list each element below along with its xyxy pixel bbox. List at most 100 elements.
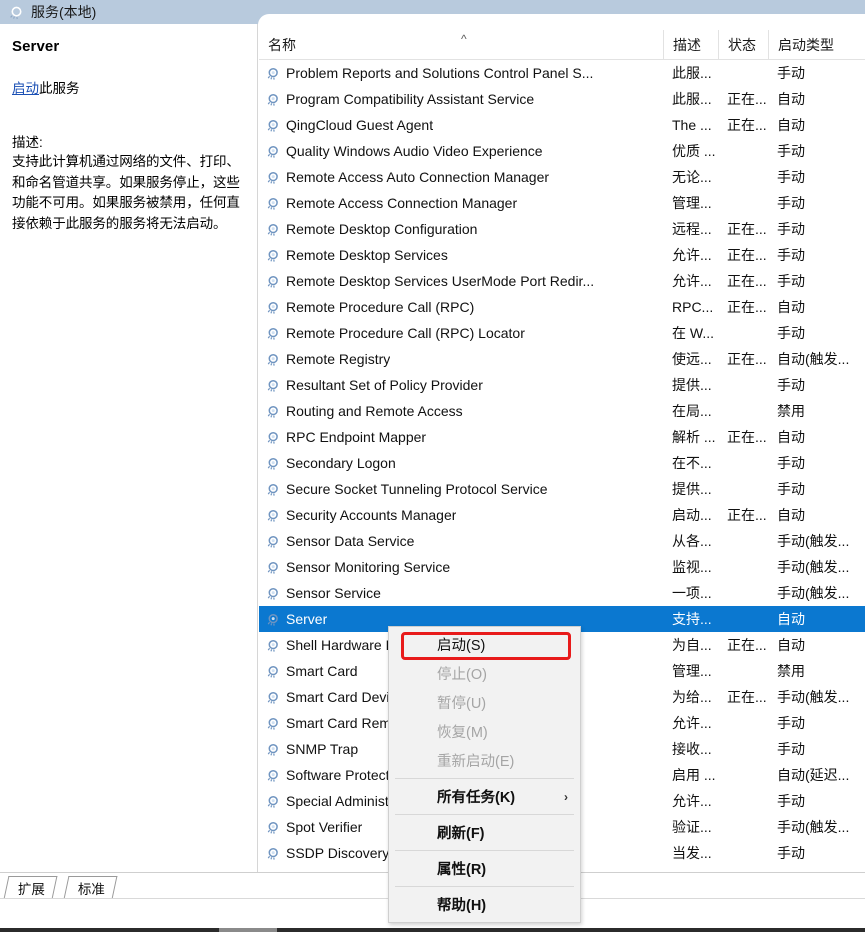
service-startup-type-cell: 手动 xyxy=(777,247,805,263)
table-row[interactable]: Sensor Monitoring Service 监视... 手动(触发... xyxy=(259,554,865,580)
menu-item-label: 所有任务(K) xyxy=(437,790,516,806)
service-status-cell xyxy=(718,606,768,632)
table-row[interactable]: Remote Desktop Services 允许... 正在... 手动 xyxy=(259,242,865,268)
service-name-label: SNMP Trap xyxy=(286,741,359,757)
console-header-title: 服务(本地) xyxy=(31,4,97,20)
service-description-cell: 远程... xyxy=(672,221,712,237)
service-name-cell: Program Compatibility Assistant Service xyxy=(259,86,663,112)
service-name-label: Security Accounts Manager xyxy=(286,507,457,523)
service-description-cell: 允许... xyxy=(672,247,712,263)
service-name-label: Sensor Monitoring Service xyxy=(286,559,451,575)
table-row[interactable]: Remote Procedure Call (RPC) Locator 在 W..… xyxy=(259,320,865,346)
service-startup-type-cell: 手动 xyxy=(777,793,805,809)
menu-item-label: 属性(R) xyxy=(437,862,487,878)
service-context-menu[interactable]: 启动(S) 停止(O) 暂停(U) 恢复(M) 重新启动(E) 所有任务(K) › 刷新(F)… xyxy=(388,626,581,923)
menu-item[interactable]: 属性(R) xyxy=(389,854,580,883)
menu-item[interactable]: 刷新(F) xyxy=(389,818,580,847)
taskbar-edge-segment xyxy=(219,928,277,932)
service-startup-type-cell: 自动 xyxy=(777,299,805,315)
table-row[interactable]: Program Compatibility Assistant Service 此… xyxy=(259,86,865,112)
table-row[interactable]: Secondary Logon 在不... 手动 xyxy=(259,450,865,476)
service-name-cell: Routing and Remote Access xyxy=(259,398,663,424)
table-row[interactable]: Sensor Data Service 从各... 手动(触发... xyxy=(259,528,865,554)
service-gear-icon xyxy=(266,638,281,653)
service-status-cell: 正在... xyxy=(727,299,767,315)
table-row[interactable]: QingCloud Guest Agent The ... 正在... 自动 xyxy=(259,112,865,138)
service-gear-icon xyxy=(266,742,281,757)
service-gear-icon xyxy=(266,560,281,575)
service-startup-type-cell: 自动 xyxy=(777,429,805,445)
table-row[interactable]: Remote Access Auto Connection Manager 无论.… xyxy=(259,164,865,190)
service-description-cell: 允许... xyxy=(672,793,712,809)
service-startup-type-cell: 手动 xyxy=(777,481,805,497)
service-description-cell: 此服... xyxy=(672,65,712,81)
service-status-cell xyxy=(718,450,768,476)
tab-standard-label: 标准 xyxy=(77,882,105,897)
menu-item[interactable]: 所有任务(K) › xyxy=(389,782,580,811)
start-service-link[interactable]: 启动 xyxy=(12,81,39,96)
start-service-suffix: 此服务 xyxy=(39,81,80,96)
service-description-cell: 从各... xyxy=(672,533,712,549)
table-row[interactable]: Remote Procedure Call (RPC) RPC... 正在... 自动 xyxy=(259,294,865,320)
menu-item[interactable]: 帮助(H) xyxy=(389,890,580,919)
service-status-cell xyxy=(718,528,768,554)
service-status-cell xyxy=(718,710,768,736)
service-status-cell: 正在... xyxy=(727,689,767,705)
service-description-cell: 在 W... xyxy=(672,325,714,341)
service-startup-type-cell: 手动 xyxy=(777,455,805,471)
service-name-label: Remote Procedure Call (RPC) xyxy=(286,299,475,315)
service-status-cell: 正在... xyxy=(727,637,767,653)
service-status-cell xyxy=(718,736,768,762)
menu-item-label: 暂停(U) xyxy=(437,696,487,712)
menu-item[interactable]: 启动(S) xyxy=(389,630,580,660)
service-startup-type-cell: 手动 xyxy=(777,143,805,159)
service-name-cell: Sensor Service xyxy=(259,580,663,606)
service-name-label: Remote Desktop Configuration xyxy=(286,221,478,237)
menu-item: 重新启动(E) xyxy=(389,746,580,775)
service-startup-type-cell: 自动(触发... xyxy=(777,351,850,367)
table-row[interactable]: Quality Windows Audio Video Experience 优质… xyxy=(259,138,865,164)
table-row[interactable]: Problem Reports and Solutions Control Pa… xyxy=(259,60,865,86)
service-name-label: Server xyxy=(286,611,328,627)
column-header-status[interactable]: 状态 xyxy=(718,30,768,60)
service-gear-icon xyxy=(266,326,281,341)
table-row[interactable]: RPC Endpoint Mapper 解析 ... 正在... 自动 xyxy=(259,424,865,450)
service-gear-icon xyxy=(266,170,281,185)
service-status-cell xyxy=(718,138,768,164)
service-action-line: 启动此服务 xyxy=(12,77,245,97)
service-gear-icon xyxy=(266,66,281,81)
service-gear-icon xyxy=(266,456,281,471)
column-header-startup-type-label: 启动类型 xyxy=(778,37,834,53)
service-detail-pane: Server 启动此服务 描述: 支持此计算机通过网络的文件、打印、和命名管道共… xyxy=(0,24,258,872)
column-header-description-label: 描述 xyxy=(673,37,701,53)
menu-item-label: 重新启动(E) xyxy=(437,754,515,770)
table-row[interactable]: Remote Desktop Services UserMode Port Re… xyxy=(259,268,865,294)
service-name-label: Remote Access Connection Manager xyxy=(286,195,518,211)
menu-separator xyxy=(395,814,574,815)
service-name-label: Secondary Logon xyxy=(286,455,396,471)
service-description-cell: 管理... xyxy=(672,195,712,211)
table-row[interactable]: Sensor Service 一项... 手动(触发... xyxy=(259,580,865,606)
service-name-cell: Remote Desktop Services xyxy=(259,242,663,268)
table-row[interactable]: Security Accounts Manager 启动... 正在... 自动 xyxy=(259,502,865,528)
service-startup-type-cell: 自动 xyxy=(777,117,805,133)
service-name-cell: Remote Procedure Call (RPC) Locator xyxy=(259,320,663,346)
table-row[interactable]: Remote Desktop Configuration 远程... 正在... 手动 xyxy=(259,216,865,242)
tab-standard[interactable]: 标准 xyxy=(63,876,118,899)
column-header-startup-type[interactable]: 启动类型 xyxy=(768,30,865,60)
service-startup-type-cell: 自动 xyxy=(777,637,805,653)
tab-extended[interactable]: 扩展 xyxy=(3,876,58,899)
table-row[interactable]: Routing and Remote Access 在局... 禁用 xyxy=(259,398,865,424)
table-row[interactable]: Secure Socket Tunneling Protocol Service… xyxy=(259,476,865,502)
menu-item: 恢复(M) xyxy=(389,717,580,746)
column-header-name[interactable]: 名称 ^ xyxy=(259,30,663,60)
service-name-cell: Remote Desktop Configuration xyxy=(259,216,663,242)
service-status-cell xyxy=(718,580,768,606)
column-header-description[interactable]: 描述 xyxy=(663,30,718,60)
service-startup-type-cell: 手动 xyxy=(777,65,805,81)
table-row[interactable]: Remote Access Connection Manager 管理... 手动 xyxy=(259,190,865,216)
table-row[interactable]: Resultant Set of Policy Provider 提供... 手动 xyxy=(259,372,865,398)
service-description-cell: The ... xyxy=(672,117,712,133)
service-name-label: Problem Reports and Solutions Control Pa… xyxy=(286,65,594,81)
table-row[interactable]: Remote Registry 使远... 正在... 自动(触发... xyxy=(259,346,865,372)
